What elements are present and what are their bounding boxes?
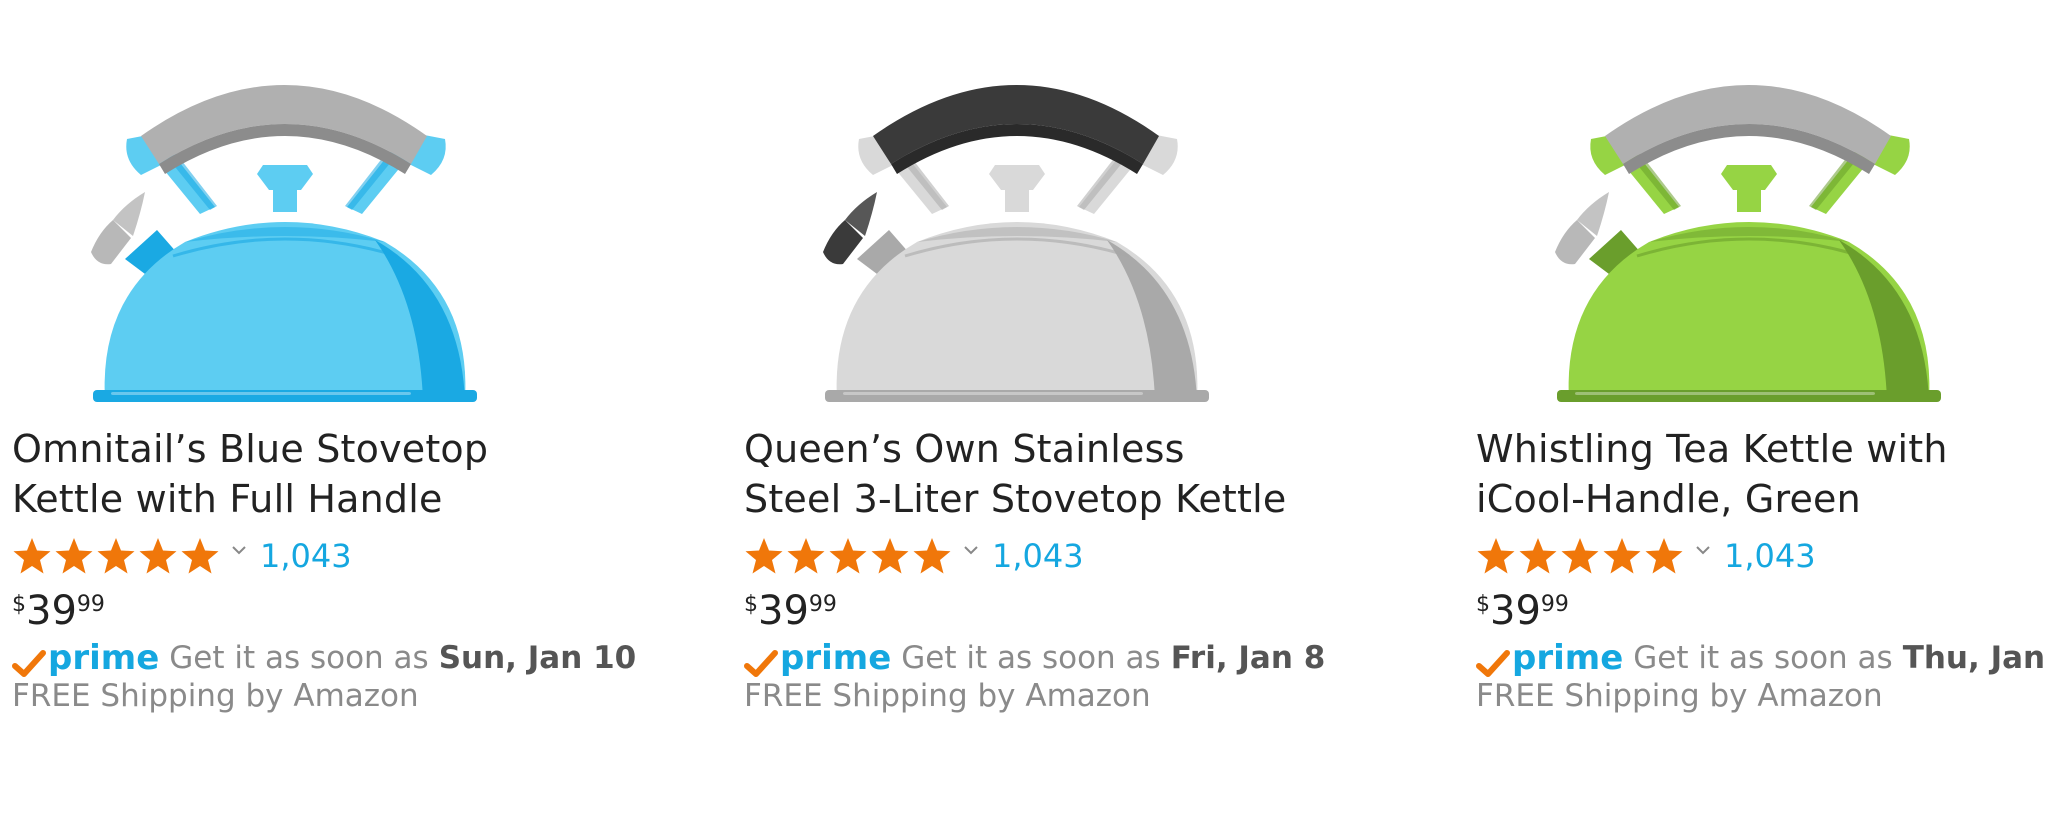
- product-title-line[interactable]: Queen’s Own Stainless: [744, 424, 1444, 474]
- product-card[interactable]: Whistling Tea Kettle with iCool-Handle, …: [1464, 0, 2048, 823]
- stainless-kettle-icon: [823, 85, 1209, 402]
- star-rating[interactable]: [12, 536, 220, 576]
- product-image[interactable]: [1539, 62, 1959, 402]
- delivery-info: prime Get it as soon as Thu, Jan 7: [1476, 635, 2048, 681]
- star-icon: [1519, 538, 1557, 574]
- product-grid: Omnitail’s Blue Stovetop Kettle with Ful…: [0, 0, 2048, 823]
- star-icon: [1561, 538, 1599, 574]
- price-whole: 39: [758, 588, 809, 634]
- product-card[interactable]: Omnitail’s Blue Stovetop Kettle with Ful…: [0, 0, 720, 823]
- product-title[interactable]: Queen’s Own Stainless Steel 3-Liter Stov…: [744, 424, 1444, 524]
- star-icon: [13, 538, 51, 574]
- product-title-line[interactable]: Whistling Tea Kettle with: [1476, 424, 2048, 474]
- review-count-link[interactable]: 1,043: [1724, 537, 1816, 575]
- prime-badge: prime: [780, 638, 892, 678]
- star-rating[interactable]: [744, 536, 952, 576]
- prime-badge: prime: [48, 638, 160, 678]
- rating-row: 1,043: [1476, 532, 1816, 580]
- product-image[interactable]: [75, 62, 495, 402]
- price-cents: 99: [1540, 592, 1569, 617]
- blue-kettle-icon: [91, 85, 477, 402]
- star-icon: [871, 538, 909, 574]
- product-title-line[interactable]: Steel 3-Liter Stovetop Kettle: [744, 474, 1444, 524]
- star-icon: [139, 538, 177, 574]
- prime-check-icon: [744, 650, 778, 677]
- star-icon: [745, 538, 783, 574]
- prime-check-icon: [1476, 650, 1510, 677]
- product-image[interactable]: [807, 62, 1227, 402]
- shipping-text: FREE Shipping by Amazon: [1476, 678, 1883, 714]
- delivery-date: Fri, Jan 8: [1170, 640, 1326, 676]
- star-rating[interactable]: [1476, 536, 1684, 576]
- rating-row: 1,043: [744, 532, 1084, 580]
- review-count-link[interactable]: 1,043: [992, 537, 1084, 575]
- currency-symbol: $: [12, 592, 26, 617]
- star-icon: [829, 538, 867, 574]
- star-icon: [181, 538, 219, 574]
- delivery-text: Get it as soon as: [169, 640, 429, 676]
- delivery-text: Get it as soon as: [1633, 640, 1893, 676]
- star-icon: [55, 538, 93, 574]
- product-title-line[interactable]: Omnitail’s Blue Stovetop: [12, 424, 712, 474]
- prime-check-icon: [12, 650, 46, 677]
- delivery-info: prime Get it as soon as Sun, Jan 10: [12, 635, 636, 681]
- prime-badge: prime: [1512, 638, 1624, 678]
- rating-row: 1,043: [12, 532, 352, 580]
- green-kettle-icon: [1555, 85, 1941, 402]
- price-whole: 39: [1490, 588, 1541, 634]
- price-cents: 99: [76, 592, 105, 617]
- currency-symbol: $: [1476, 592, 1490, 617]
- chevron-down-icon[interactable]: [962, 541, 980, 559]
- delivery-date: Thu, Jan 7: [1902, 640, 2048, 676]
- star-icon: [1645, 538, 1683, 574]
- product-card[interactable]: Queen’s Own Stainless Steel 3-Liter Stov…: [732, 0, 1452, 823]
- product-title[interactable]: Omnitail’s Blue Stovetop Kettle with Ful…: [12, 424, 712, 524]
- review-count-link[interactable]: 1,043: [260, 537, 352, 575]
- shipping-text: FREE Shipping by Amazon: [744, 678, 1151, 714]
- product-title-line[interactable]: iCool-Handle, Green: [1476, 474, 2048, 524]
- delivery-date: Sun, Jan 10: [438, 640, 637, 676]
- chevron-down-icon[interactable]: [1694, 541, 1712, 559]
- star-icon: [97, 538, 135, 574]
- delivery-text: Get it as soon as: [901, 640, 1161, 676]
- price: $3999: [1476, 588, 1569, 634]
- price-whole: 39: [26, 588, 77, 634]
- price: $3999: [12, 588, 105, 634]
- product-title[interactable]: Whistling Tea Kettle with iCool-Handle, …: [1476, 424, 2048, 524]
- shipping-text: FREE Shipping by Amazon: [12, 678, 419, 714]
- price-cents: 99: [808, 592, 837, 617]
- star-icon: [787, 538, 825, 574]
- delivery-info: prime Get it as soon as Fri, Jan 8: [744, 635, 1325, 681]
- price: $3999: [744, 588, 837, 634]
- star-icon: [1603, 538, 1641, 574]
- star-icon: [1477, 538, 1515, 574]
- currency-symbol: $: [744, 592, 758, 617]
- chevron-down-icon[interactable]: [230, 541, 248, 559]
- star-icon: [913, 538, 951, 574]
- product-title-line[interactable]: Kettle with Full Handle: [12, 474, 712, 524]
